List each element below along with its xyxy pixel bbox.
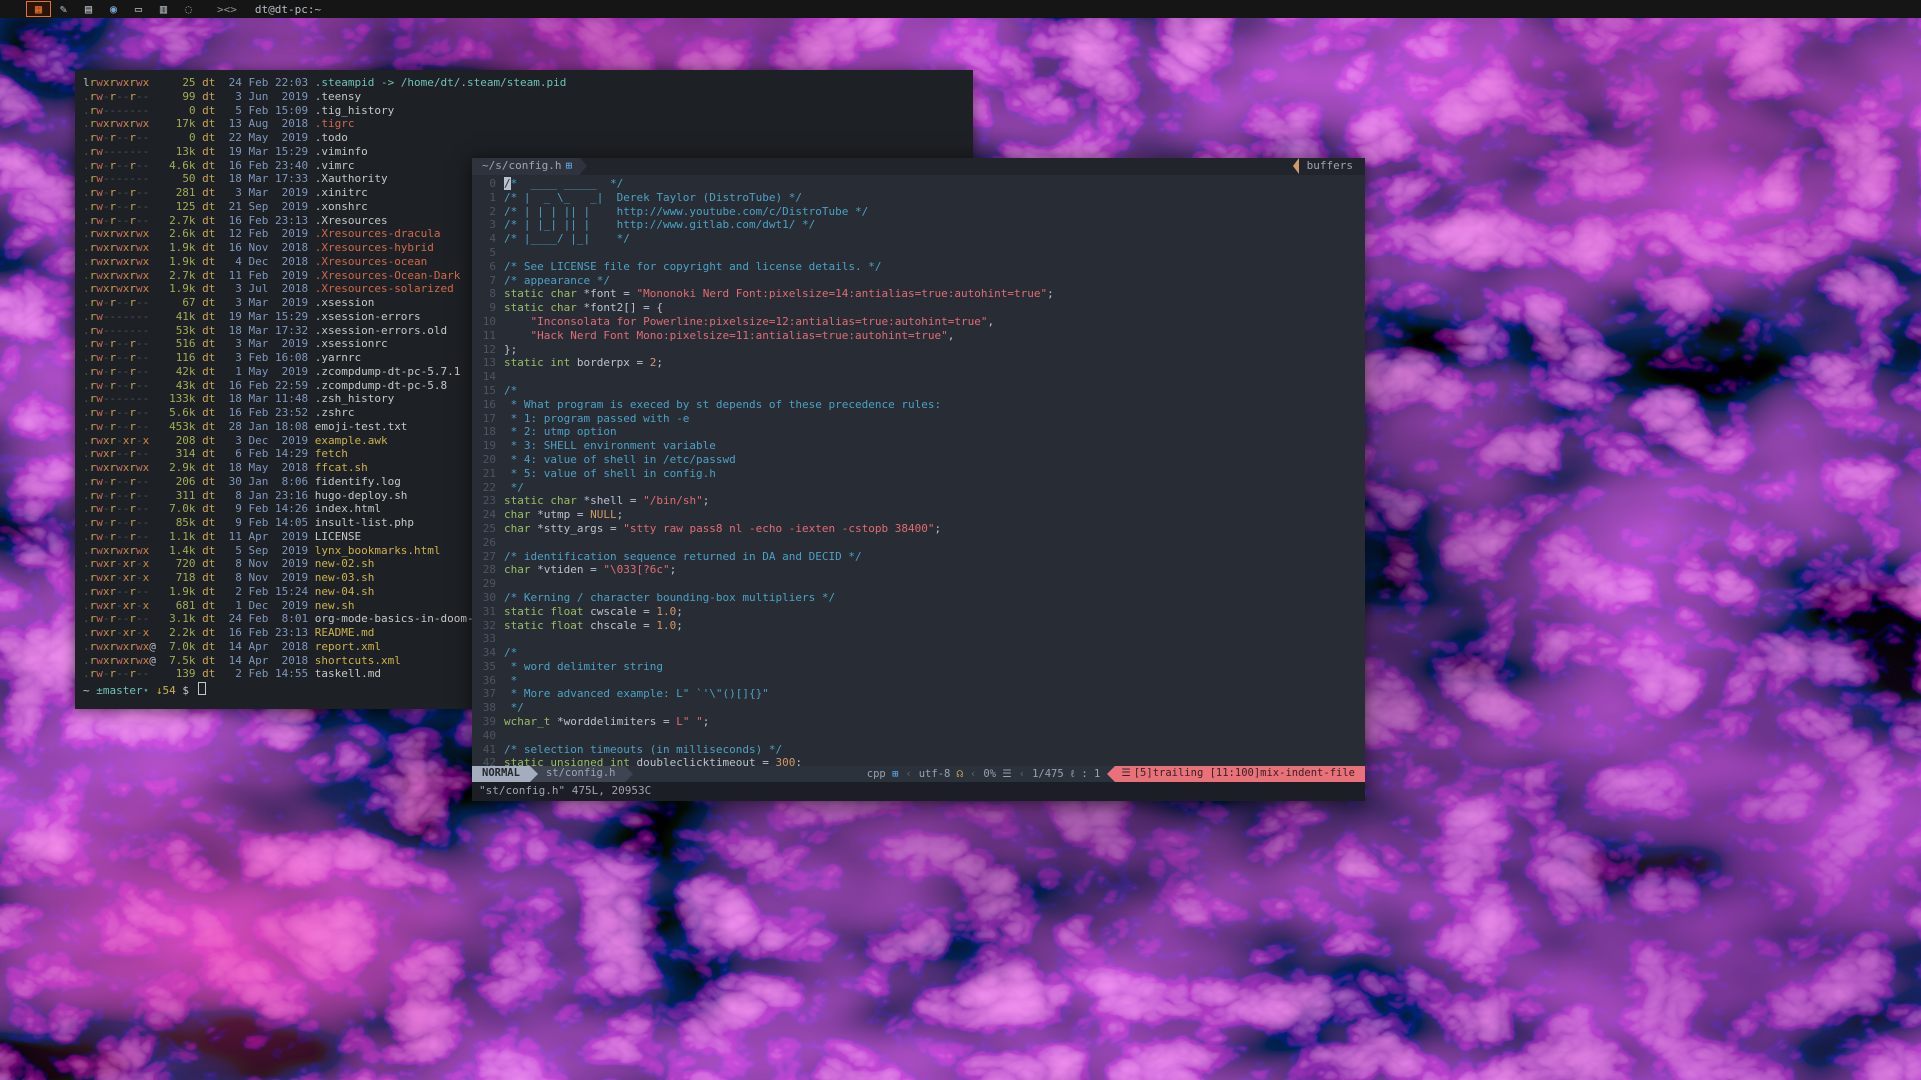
buffers-label: buffers	[1299, 158, 1365, 175]
code-line: 31static float cwscale = 1.0;	[472, 605, 1365, 619]
code-line: 23static char *shell = "/bin/sh";	[472, 494, 1365, 508]
image-icon[interactable]: ▤	[76, 1, 101, 17]
statusline-right: cpp ⊞‹utf-8 ☊‹0% ☰‹1/475 ℓ : 1	[860, 766, 1108, 782]
file-row: .rw-------13kdt19 Mar 15:29.viminfo	[83, 145, 973, 159]
code-line: 8static char *font = "Mononoki Nerd Font…	[472, 287, 1365, 301]
statusline-segment-icon: ☰	[996, 768, 1012, 780]
code-line: 28char *vtiden = "\033[?6c";	[472, 563, 1365, 577]
code-line: 26	[472, 536, 1365, 550]
code-line: 3/* | |_| || | http://www.gitlab.com/dwt…	[472, 218, 1365, 232]
code-line: 42static unsigned int doubleclicktimeout…	[472, 756, 1365, 766]
top-panel: ▦✎▤◉▭▥◌ ><> dt@dt-pc:~	[0, 0, 1921, 18]
statusline-segment: 1/475 ℓ : 1	[1025, 768, 1107, 780]
tab-config-h[interactable]: ~/s/config.h ⊞	[472, 158, 580, 175]
files-icon[interactable]: ▥	[151, 1, 176, 17]
code-line: 20 * 4: value of shell in /etc/passwd	[472, 453, 1365, 467]
statusline-segment: utf-8 ☊	[912, 768, 970, 780]
code-line: 21 * 5: value of shell in config.h	[472, 467, 1365, 481]
statusline-filename: st/config.h	[538, 766, 626, 782]
code-line: 5	[472, 246, 1365, 260]
vim-cursor: /	[504, 177, 511, 190]
code-line: 19 * 3: SHELL environment variable	[472, 439, 1365, 453]
statusline-segment: 0% ☰	[976, 768, 1018, 780]
statusline-segment: cpp ⊞	[860, 768, 906, 780]
code-line: 38 */	[472, 701, 1365, 715]
code-line: 15/*	[472, 384, 1365, 398]
command-line-message: "st/config.h" 475L, 20953C	[472, 782, 1365, 801]
code-line: 40	[472, 729, 1365, 743]
code-line: 2/* | | | || | http://www.youtube.com/c/…	[472, 205, 1365, 219]
file-row: .rw-------0dt 5 Feb 15:09.tig_history	[83, 104, 973, 118]
terminal-cursor	[198, 682, 206, 695]
vim-tabline: ~/s/config.h ⊞ buffers	[472, 158, 1365, 175]
code-line: 33	[472, 632, 1365, 646]
panel-icons: ▦✎▤◉▭▥◌	[26, 1, 201, 17]
code-line: 24char *utmp = NULL;	[472, 508, 1365, 522]
code-line: 13static int borderpx = 2;	[472, 356, 1365, 370]
display-icon[interactable]: ▭	[126, 1, 151, 17]
code-line: 16 * What program is execed by st depend…	[472, 398, 1365, 412]
file-row: .rwxrwxrwx17kdt13 Aug 2018.tigrc	[83, 117, 973, 131]
vim-window[interactable]: ~/s/config.h⊞ buffers 0/* ____ _____ */1…	[472, 158, 1365, 801]
tab-separator-icon	[580, 158, 587, 174]
file-row: lrwxrwxrwx25dt24 Feb 22:03.steampid -> /…	[83, 76, 973, 90]
shell-indicator: ><>	[217, 3, 237, 16]
workspaces-icon[interactable]: ▦	[26, 1, 51, 17]
edit-icon[interactable]: ✎	[51, 1, 76, 17]
powerline-separator-icon	[530, 766, 538, 782]
code-line: 39wchar_t *worddelimiters = L" ";	[472, 715, 1365, 729]
code-line: 35 * word delimiter string	[472, 660, 1365, 674]
code-line: 32static float chscale = 1.0;	[472, 619, 1365, 633]
code-line: 29	[472, 577, 1365, 591]
powerline-separator-icon	[625, 766, 633, 782]
lint-warnings: ☰ [5]trailing [11:100]mix-indent-file	[1115, 766, 1365, 782]
code-line: 4/* |____/ |_| */	[472, 232, 1365, 246]
powerline-separator-icon	[1107, 766, 1115, 782]
code-line: 30/* Kerning / character bounding-box mu…	[472, 591, 1365, 605]
code-line: 37 * More advanced example: L" `'\"()[]{…	[472, 687, 1365, 701]
file-row: .rw-r--r--99dt 3 Jun 2019.teensy	[83, 90, 973, 104]
lint-warnings-text: [5]trailing [11:100]mix-indent-file	[1134, 767, 1355, 779]
statusline-segment-icon: ⊞	[886, 768, 899, 780]
code-line: 27/* identification sequence returned in…	[472, 550, 1365, 564]
file-row: .rw-r--r--0dt22 May 2019.todo	[83, 131, 973, 145]
code-line: 41/* selection timeouts (in milliseconds…	[472, 743, 1365, 757]
buffer-icon: ⊞	[565, 159, 572, 172]
code-line: 9static char *font2[] = {	[472, 301, 1365, 315]
code-line: 34/*	[472, 646, 1365, 660]
code-line: 11 "Hack Nerd Font Mono:pixelsize=11:ant…	[472, 329, 1365, 343]
code-line: 12};	[472, 343, 1365, 357]
code-line: 22 */	[472, 481, 1365, 495]
focused-window-title: dt@dt-pc:~	[255, 3, 321, 16]
code-line: 25char *stty_args = "stty raw pass8 nl -…	[472, 522, 1365, 536]
list-icon: ☰	[1121, 767, 1130, 779]
code-area[interactable]: 0/* ____ _____ */1/* | _ \_ _| Derek Tay…	[472, 175, 1365, 766]
code-line: 0/* ____ _____ */	[472, 177, 1365, 191]
code-line: 36 *	[472, 674, 1365, 688]
mode-indicator: NORMAL	[472, 766, 530, 782]
camera-icon[interactable]: ◉	[101, 1, 126, 17]
statusline: NORMAL st/config.h cpp ⊞‹utf-8 ☊‹0% ☰‹1/…	[472, 766, 1365, 782]
code-line: 18 * 2: utmp option	[472, 425, 1365, 439]
code-line: 10 "Inconsolata for Powerline:pixelsize=…	[472, 315, 1365, 329]
record-icon[interactable]: ◌	[176, 1, 201, 17]
statusline-segment-icon: ☊	[950, 768, 963, 780]
desktop: ▦✎▤◉▭▥◌ ><> dt@dt-pc:~ lrwxrwxrwx25dt24 …	[0, 0, 1921, 1080]
code-line: 6/* See LICENSE file for copyright and l…	[472, 260, 1365, 274]
tab-label: ~/s/config.h	[482, 159, 561, 172]
code-line: 1/* | _ \_ _| Derek Taylor (DistroTube) …	[472, 191, 1365, 205]
code-line: 14	[472, 370, 1365, 384]
code-line: 17 * 1: program passed with -e	[472, 412, 1365, 426]
code-line: 7/* appearance */	[472, 274, 1365, 288]
